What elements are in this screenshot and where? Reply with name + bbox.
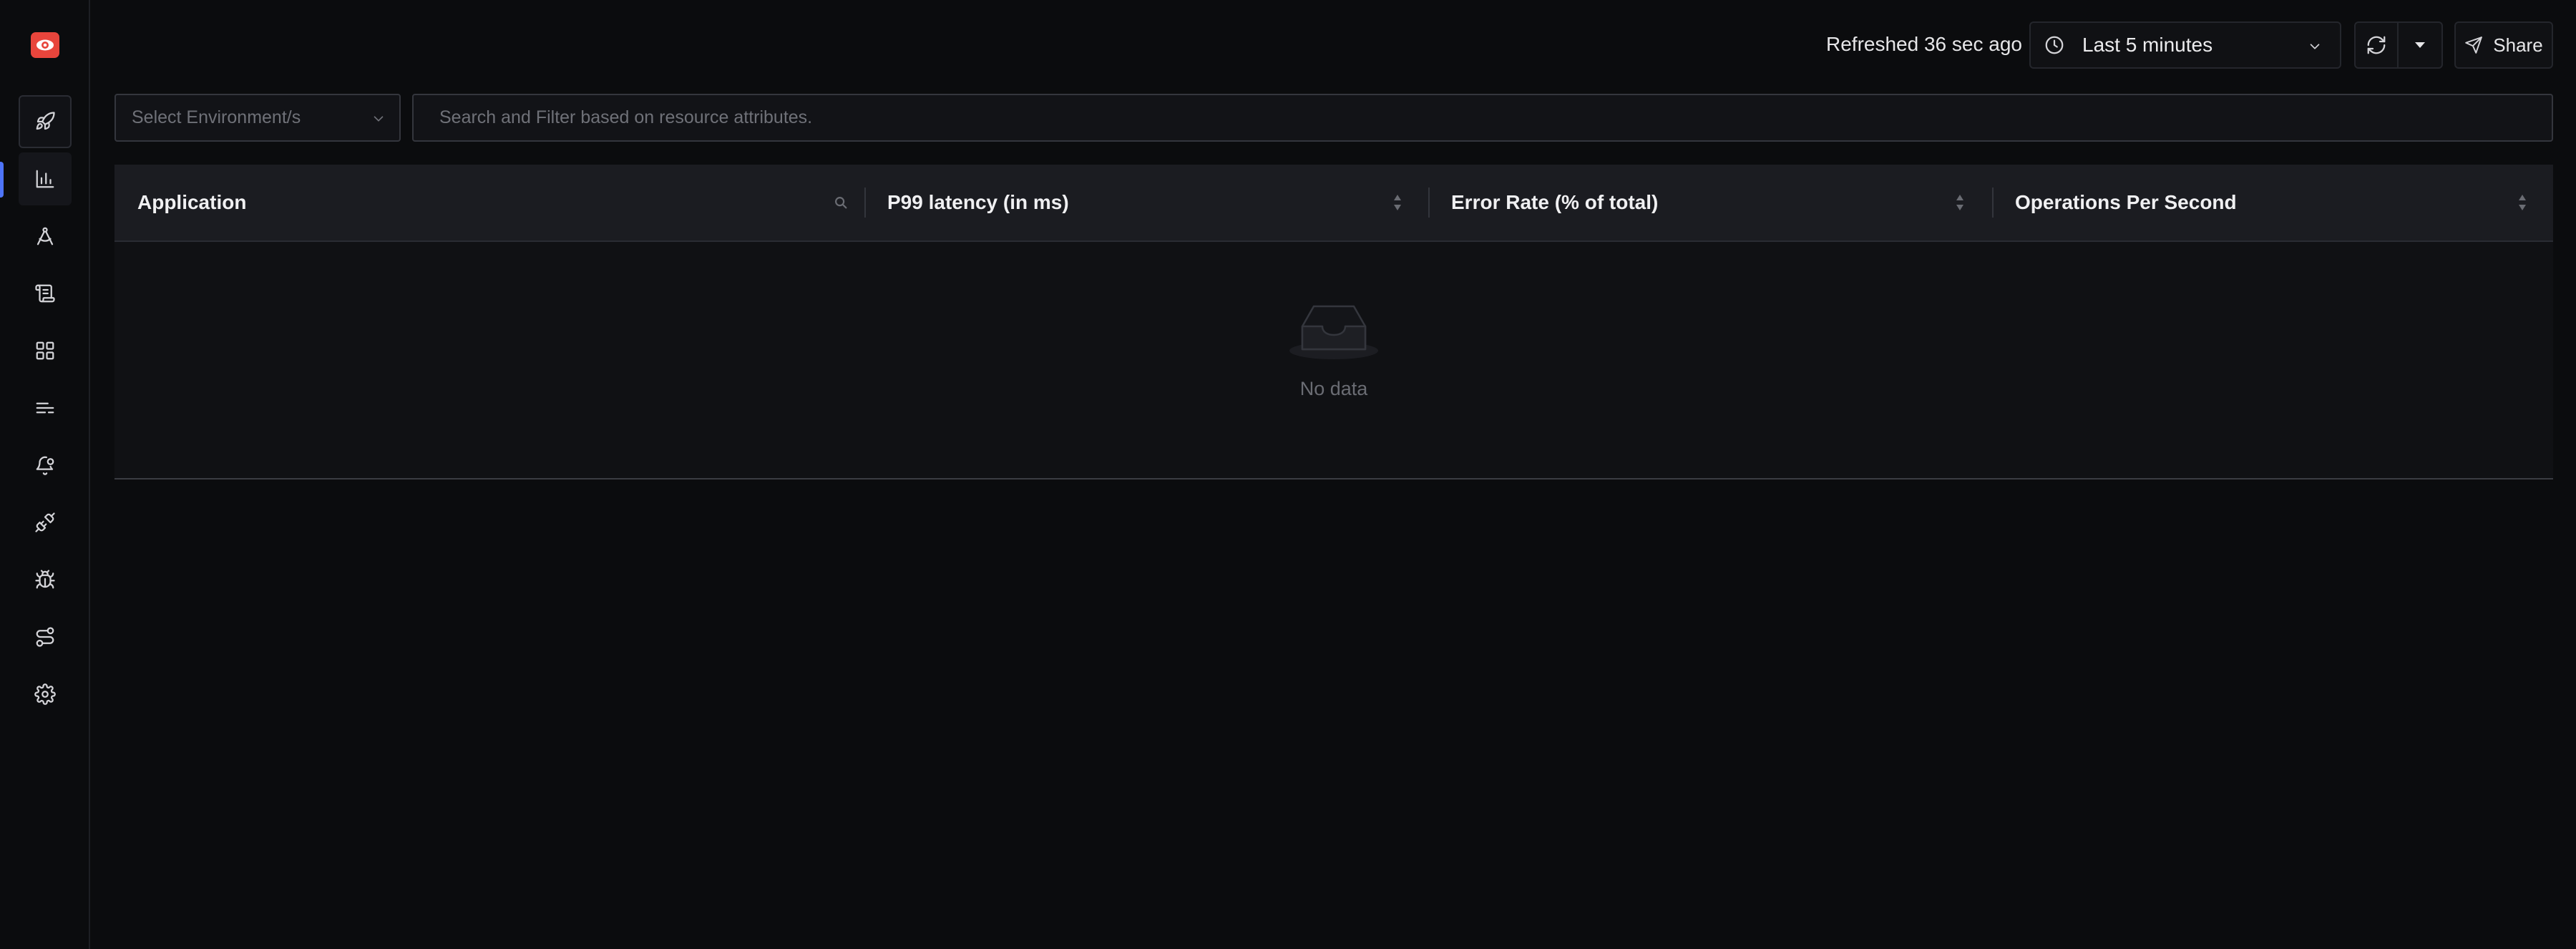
refresh-icon (2367, 36, 2386, 54)
share-label: Share (2493, 34, 2543, 56)
environment-placeholder: Select Environment/s (132, 107, 301, 127)
sidebar-item-services[interactable] (19, 152, 72, 205)
clock-icon (2045, 36, 2064, 54)
column-title: Application (137, 191, 247, 213)
eye-logo[interactable] (31, 32, 59, 58)
grid-icon (36, 341, 54, 360)
time-range-label: Last 5 minutes (2082, 34, 2213, 56)
sidebar-item-dashboards[interactable] (19, 324, 72, 377)
time-range-picker[interactable]: Last 5 minutes (2029, 21, 2341, 69)
sidebar-item-messaging-queues[interactable] (19, 381, 72, 434)
gear-icon (34, 683, 56, 705)
sort-icon[interactable] (2517, 193, 2527, 212)
sidebar-item-service-map[interactable] (19, 610, 72, 663)
column-header-operations-per-second[interactable]: Operations Per Second (1992, 165, 2553, 240)
chevron-down-icon (2310, 44, 2320, 49)
sidebar (0, 0, 90, 949)
list-bars-icon (36, 402, 54, 414)
refresh-button[interactable] (2356, 23, 2399, 67)
sidebar-item-alerts[interactable] (19, 439, 72, 492)
chevron-down-icon (374, 116, 384, 122)
sidebar-item-logs[interactable] (19, 267, 72, 320)
column-header-error-rate[interactable]: Error Rate (% of total) (1428, 165, 1992, 240)
active-indicator (0, 162, 4, 198)
bar-chart-icon (36, 170, 54, 188)
empty-state: No data (114, 242, 2553, 478)
refresh-interval-dropdown[interactable] (2399, 23, 2441, 67)
share-button[interactable]: Share (2454, 21, 2553, 69)
drafting-compass-icon (36, 227, 54, 245)
rocket-icon (36, 112, 55, 130)
send-icon (2465, 36, 2483, 54)
eye-icon (36, 39, 54, 51)
table-header: Application P99 latency (in ms) Error Ra… (114, 165, 2553, 242)
empty-state-text: No data (1299, 378, 1368, 399)
sidebar-item-integrations[interactable] (19, 496, 72, 549)
search-icon[interactable] (833, 195, 849, 210)
refreshed-status: Refreshed 36 sec ago (1826, 33, 2022, 55)
resource-attribute-search-input[interactable] (412, 94, 2553, 142)
bell-icon (36, 456, 54, 475)
plug-icon (35, 512, 55, 532)
bug-icon (35, 570, 55, 589)
column-title: Operations Per Second (2015, 191, 2237, 213)
route-icon (36, 627, 54, 647)
scroll-icon (35, 284, 55, 303)
sidebar-item-settings[interactable] (19, 668, 72, 721)
sidebar-item-exceptions[interactable] (19, 553, 72, 606)
caret-down-icon (2415, 42, 2426, 48)
column-title: Error Rate (% of total) (1451, 191, 1659, 213)
sidebar-item-traces[interactable] (19, 210, 72, 263)
refresh-controls (2354, 21, 2443, 69)
sort-icon[interactable] (1955, 193, 1965, 212)
column-title: P99 latency (in ms) (887, 191, 1069, 213)
column-header-p99-latency[interactable]: P99 latency (in ms) (864, 165, 1428, 240)
sort-icon[interactable] (1392, 193, 1402, 212)
environment-select[interactable]: Select Environment/s (114, 94, 401, 142)
services-table: Application P99 latency (in ms) Error Ra… (114, 165, 2553, 480)
sidebar-item-get-started[interactable] (19, 95, 72, 148)
empty-inbox-icon (1289, 305, 1378, 359)
column-header-application[interactable]: Application (114, 165, 864, 240)
